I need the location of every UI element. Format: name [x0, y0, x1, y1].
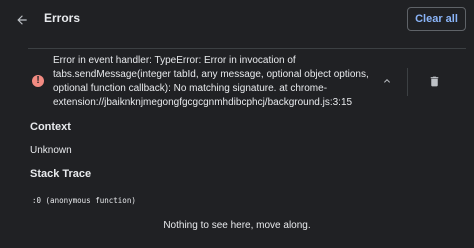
delete-button[interactable] [426, 73, 442, 89]
context-value: Unknown [30, 145, 72, 156]
collapse-button[interactable] [379, 73, 395, 89]
clear-all-button[interactable]: Clear all [407, 7, 466, 31]
back-button[interactable] [11, 9, 33, 31]
vertical-separator [407, 68, 408, 96]
header-bar: Errors Clear all [0, 0, 474, 40]
context-heading: Context [30, 121, 71, 133]
stack-trace-line: :0 (anonymous function) [32, 196, 136, 205]
page-title: Errors [44, 11, 81, 25]
errors-page: Errors Clear all ! Error in event handle… [0, 0, 474, 248]
header-divider [28, 48, 466, 49]
arrow-back-icon [17, 15, 27, 25]
error-circle-icon: ! [32, 75, 44, 87]
empty-state-message: Nothing to see here, move along. [163, 220, 311, 231]
stack-trace-heading: Stack Trace [30, 168, 92, 180]
chevron-up-icon [384, 79, 390, 83]
error-message: Error in event handler: TypeError: Error… [53, 55, 369, 108]
trash-icon [430, 76, 438, 86]
